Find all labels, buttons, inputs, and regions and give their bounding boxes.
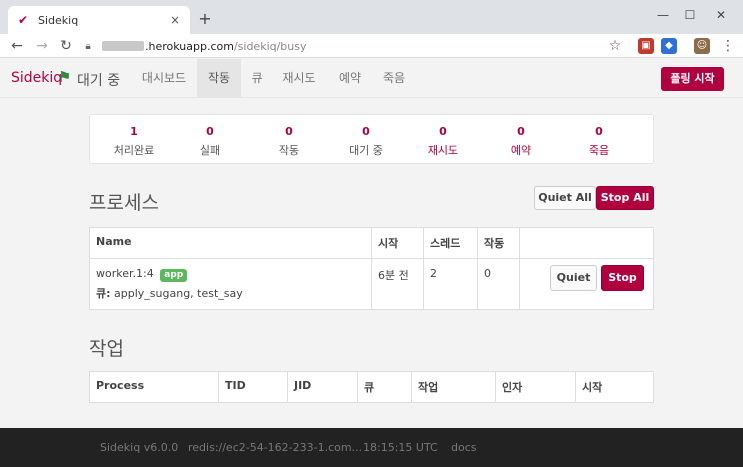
processes-table: Name 시작 스레드 작동 worker.1:4 app 큐: apply_s… [89,227,654,310]
minimize-icon[interactable]: — [653,5,673,25]
tab-title: Sidekiq [38,13,79,27]
window-close-icon[interactable]: ✕ [711,5,731,25]
stat-value: 0 [439,125,447,138]
column-header: TID [218,371,288,403]
footer: Sidekiq v6.0.0 redis://ec2-54-162-233-1.… [0,428,743,467]
column-header: 작업 [411,371,496,403]
brand-name[interactable]: Sidekiq [11,70,62,86]
process-name: worker.1:4 [96,267,154,280]
nav-dashboard[interactable]: 대시보드 [136,59,192,97]
tab-close-icon[interactable]: × [168,13,182,27]
forward-icon[interactable]: → [33,37,51,55]
stat-value: 1 [130,125,138,138]
redacted-subdomain [102,41,144,51]
processes-heading: 프로세스 [89,192,159,214]
stat-value: 0 [517,125,525,138]
column-header: 인자 [495,371,576,403]
stat-label: 예약 [510,144,532,157]
column-header: 작동 [477,227,520,259]
queues-label: 큐: [96,287,111,300]
column-header: 큐 [357,371,412,403]
profile-avatar-icon[interactable]: ☺ [694,38,710,54]
stats-summary: 1 처리완료 0 실패 0 작동 0 대기 중 0 재시도 0 예약 0 죽음 [89,114,654,164]
stat-scheduled[interactable]: 0 예약 [481,125,561,158]
stat-value: 0 [285,125,293,138]
brand-status: 대기 중 [77,73,121,89]
stat-value: 0 [362,125,370,138]
table-header-row: Process TID JID 큐 작업 인자 시작 [89,371,654,403]
process-queues: apply_sugang, test_say [114,287,243,300]
column-header: Process [89,371,219,403]
nav-scheduled[interactable]: 예약 [332,59,368,97]
table-header-row: Name 시작 스레드 작동 [89,227,654,259]
browser-tab[interactable]: ✔ Sidekiq × [8,6,190,34]
stat-label: 작동 [278,144,300,157]
footer-version: Sidekiq v6.0.0 [100,441,179,454]
stop-button[interactable]: Stop [601,265,644,291]
table-row: worker.1:4 app 큐: apply_sugang, test_say… [89,258,654,310]
sidekiq-favicon-icon: ✔ [17,13,29,27]
column-header: 시작 [575,371,654,403]
stat-label: 처리완료 [113,144,155,157]
extension-shield-icon[interactable]: ◆ [661,38,677,54]
browser-toolbar: ← → ↻ 🔒︎ .herokuapp.com /sidekiq/busy ☆ … [0,34,743,58]
stat-busy[interactable]: 0 작동 [249,125,329,158]
back-icon[interactable]: ← [8,37,26,55]
footer-time: 18:15:15 UTC [363,441,438,454]
start-polling-button[interactable]: 폴링 시작 [661,67,724,91]
nav-queues[interactable]: 큐 [244,59,270,97]
stat-enqueued[interactable]: 0 대기 중 [326,125,406,158]
url-path: /sidekiq/busy [233,39,307,53]
extension-red-icon[interactable]: ▣ [638,38,654,54]
sidekiq-navbar: Sidekiq ⚑ 대기 중 대시보드 작동 큐 재시도 예약 죽음 폴링 시작 [0,59,743,98]
jobs-heading: 작업 [89,338,124,360]
footer-docs-link[interactable]: docs [451,441,477,454]
column-header: 시작 [371,227,424,259]
stat-label: 실패 [199,144,221,157]
browser-tab-bar: ✔ Sidekiq × + — ☐ ✕ [0,0,743,34]
nav-busy[interactable]: 작동 [197,59,241,97]
sidekiq-logo-icon: ⚑ [58,68,72,86]
column-header: Name [89,227,372,259]
url-host: .herokuapp.com [145,39,234,53]
stat-processed[interactable]: 1 처리완료 [94,125,174,158]
quiet-all-button[interactable]: Quiet All [534,186,596,210]
process-busy: 0 [477,258,520,310]
bookmark-star-icon[interactable]: ☆ [606,37,624,55]
stat-value: 0 [206,125,214,138]
quiet-button[interactable]: Quiet [550,265,597,291]
stop-all-button[interactable]: Stop All [596,186,654,210]
nav-dead[interactable]: 죽음 [376,59,412,97]
reload-icon[interactable]: ↻ [57,37,75,55]
new-tab-button[interactable]: + [196,9,214,28]
process-actions-cell: Quiet Stop [519,258,654,310]
nav-retries[interactable]: 재시도 [279,59,319,97]
lock-icon: 🔒︎ [85,40,91,52]
stat-value: 0 [595,125,603,138]
stat-failed[interactable]: 0 실패 [170,125,250,158]
stat-retries[interactable]: 0 재시도 [403,125,483,158]
process-tag-badge: app [160,269,188,282]
stat-label: 재시도 [427,144,459,157]
column-header: JID [287,371,358,403]
process-started: 6분 전 [371,258,424,310]
stat-label: 죽음 [588,144,610,157]
address-bar[interactable]: 🔒︎ .herokuapp.com /sidekiq/busy [82,36,627,56]
column-header: 스레드 [423,227,478,259]
column-header-actions [519,227,654,259]
stat-dead[interactable]: 0 죽음 [559,125,639,158]
maximize-icon[interactable]: ☐ [680,5,700,25]
stat-label: 대기 중 [349,144,383,157]
process-threads: 2 [423,258,478,310]
jobs-table: Process TID JID 큐 작업 인자 시작 [89,371,654,403]
footer-redis: redis://ec2-54-162-233-1.com... [188,441,363,454]
browser-menu-icon[interactable]: ⋮ [719,37,737,55]
process-name-cell: worker.1:4 app 큐: apply_sugang, test_say [89,258,372,310]
